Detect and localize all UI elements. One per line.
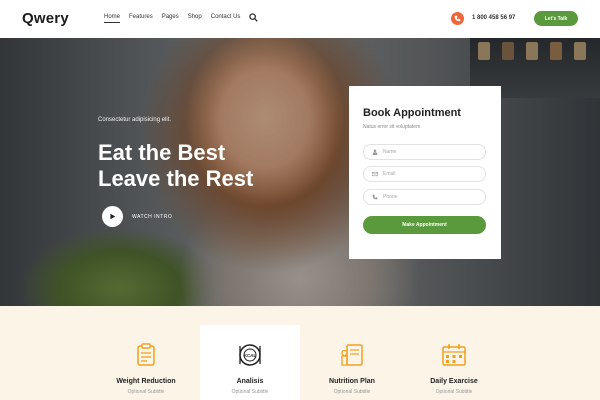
feature-subtitle: Optional Subtitle — [127, 389, 165, 395]
make-appointment-button[interactable]: Make Appointment — [363, 216, 486, 234]
feature-subtitle: Optional Subtitle — [333, 389, 371, 395]
hero-overlay — [0, 38, 600, 306]
feature-title: Daily Exarcise — [430, 378, 478, 385]
feature-subtitle: Optional Subtitle — [231, 389, 269, 395]
hero-headline: Eat the Best Leave the Rest — [98, 140, 253, 192]
feature-title: Analisis — [236, 378, 264, 385]
phone-icon — [451, 12, 464, 25]
feature-weight-reduction[interactable]: Weight Reduction Optional Subtitle — [96, 306, 196, 400]
nav-home[interactable]: Home — [104, 14, 121, 23]
feature-title: Weight Reduction — [116, 378, 176, 385]
nav-pages[interactable]: Pages — [162, 14, 179, 23]
features-strip: Weight Reduction Optional Subtitle KCAL … — [0, 306, 600, 400]
feature-daily-exarcise[interactable]: Daily Exarcise Optional Subtitle — [404, 306, 504, 400]
watch-intro-link[interactable]: WATCH INTRO — [132, 214, 172, 220]
phone-field-icon — [372, 194, 378, 200]
phone-placeholder: Phone — [383, 194, 398, 200]
calendar-icon — [442, 344, 466, 366]
nav-contact[interactable]: Contact Us — [211, 14, 241, 23]
mail-icon — [372, 171, 378, 177]
nutrition-icon — [341, 344, 363, 366]
feature-nutrition-plan[interactable]: Nutrition Plan Optional Subtitle — [302, 306, 402, 400]
play-button[interactable] — [102, 206, 123, 227]
search-icon[interactable] — [249, 13, 258, 22]
hero-eyebrow: Consectetur adipisicing elit. — [98, 117, 172, 123]
main-nav: Home Features Pages Shop Contact Us — [104, 14, 249, 23]
user-icon — [372, 149, 378, 155]
logo[interactable]: Qwery — [22, 10, 69, 27]
nav-shop[interactable]: Shop — [188, 14, 202, 23]
appointment-title: Book Appointment — [363, 107, 461, 119]
play-icon — [110, 213, 116, 220]
feature-analisis[interactable]: KCAL Analisis Optional Subtitle — [200, 325, 300, 400]
appointment-card: Book Appointment Natus error sit volupta… — [349, 86, 501, 259]
clipboard-icon — [137, 343, 155, 366]
email-field[interactable]: Email — [363, 166, 486, 182]
name-field[interactable]: Name — [363, 144, 486, 160]
headline-line-1: Eat the Best — [98, 140, 226, 165]
hero-banner: Consectetur adipisicing elit. Eat the Be… — [0, 38, 600, 306]
svg-text:KCAL: KCAL — [244, 353, 257, 358]
headline-line-2: Leave the Rest — [98, 166, 254, 191]
phone-number[interactable]: 1 800 458 56 97 — [472, 15, 515, 21]
feature-subtitle: Optional Subtitle — [435, 389, 473, 395]
appointment-subtitle: Natus error sit voluptatem — [363, 124, 421, 130]
phone-field[interactable]: Phone — [363, 189, 486, 205]
nav-features[interactable]: Features — [129, 14, 153, 23]
site-header: Qwery Home Features Pages Shop Contact U… — [0, 0, 600, 38]
feature-title: Nutrition Plan — [329, 378, 375, 385]
name-placeholder: Name — [383, 149, 397, 155]
lets-talk-button[interactable]: Let's Talk — [534, 11, 578, 26]
email-placeholder: Email — [383, 171, 396, 177]
kcal-icon: KCAL — [239, 344, 261, 366]
